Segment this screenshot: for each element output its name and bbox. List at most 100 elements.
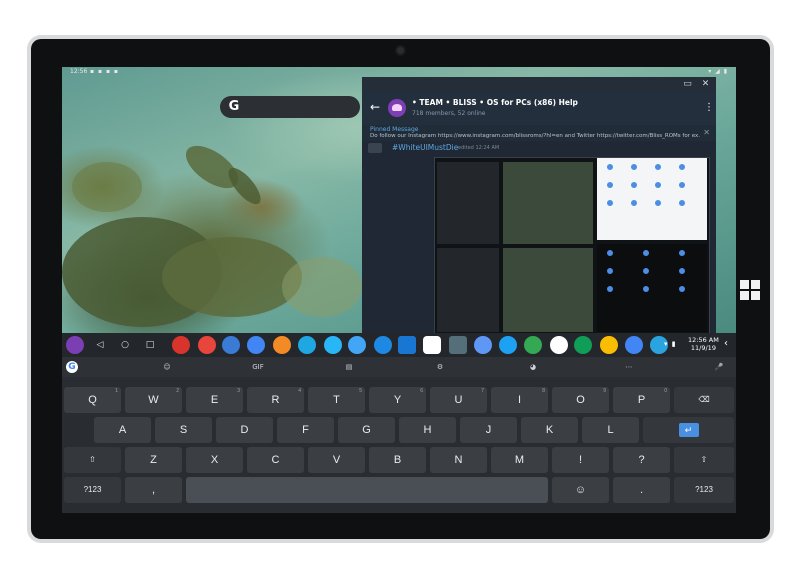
backspace-key[interactable]: ⌫	[674, 387, 734, 413]
taskbar-clock[interactable]: 12:56 AM 11/9/19	[688, 336, 719, 352]
key-p[interactable]: P0	[613, 387, 670, 413]
palette-app-icon[interactable]	[247, 336, 265, 354]
key-j[interactable]: J	[460, 417, 517, 443]
key-y[interactable]: Y6	[369, 387, 426, 413]
microphone-icon[interactable]: 🎤	[708, 360, 730, 374]
windows-logo-icon[interactable]	[740, 280, 760, 300]
clock-time: 12:56 AM	[688, 336, 719, 344]
bliss-settings-icon[interactable]	[298, 336, 316, 354]
play-store-icon[interactable]	[524, 336, 542, 354]
chevron-left-icon[interactable]: ‹	[724, 338, 728, 349]
key-c[interactable]: C	[247, 447, 304, 473]
wifi-battery-icons[interactable]: ▾ ▮	[664, 340, 677, 348]
key-m[interactable]: M	[491, 447, 548, 473]
message-hashtag[interactable]: #WhiteUIMustDie	[392, 143, 458, 152]
gif-button[interactable]: GIF	[247, 360, 269, 374]
key-d[interactable]: D	[216, 417, 273, 443]
bliss-app-icon[interactable]	[374, 336, 392, 354]
clock-date: 11/9/19	[690, 344, 716, 352]
back-nav-icon[interactable]: ◁	[92, 337, 108, 353]
pinned-message-text: Do follow our Instagram https://www.inst…	[370, 133, 700, 139]
system-status-icons: ▾ ◢ ▮	[708, 68, 728, 75]
symbols-key-left[interactable]: ?123	[64, 477, 121, 503]
rotation-app-icon[interactable]	[222, 336, 240, 354]
taskbar: ◁ ○ □ ▾ ▮ 12:56 AM 11/9/19 ‹	[62, 333, 736, 357]
group-avatar[interactable]	[388, 99, 406, 117]
bliss-launcher-icon[interactable]	[66, 336, 84, 354]
message-image[interactable]	[434, 157, 710, 335]
key-b[interactable]: B	[369, 447, 426, 473]
key-period[interactable]: .	[613, 477, 670, 503]
shift-key-right[interactable]: ⇧	[674, 447, 734, 473]
key-comma[interactable]: ,	[125, 477, 182, 503]
gallery-app-icon[interactable]	[348, 336, 366, 354]
files-app-icon[interactable]	[398, 336, 416, 354]
browser-app-icon[interactable]	[324, 336, 342, 354]
key-t[interactable]: T5	[308, 387, 365, 413]
settings-gear-icon[interactable]: ⚙	[429, 360, 451, 374]
emoji-icon: ☺	[574, 484, 587, 496]
hangouts-icon[interactable]	[574, 336, 592, 354]
settings-icon[interactable]	[625, 336, 643, 354]
key-f[interactable]: F	[277, 417, 334, 443]
key-x[interactable]: X	[186, 447, 243, 473]
gboard-keyboard: G ☺ GIF ▤ ⚙ ◕ ⋯ 🎤 Q1 W2 E3 R4 T5 Y6 U7 I…	[62, 357, 736, 513]
key-s[interactable]: S	[155, 417, 212, 443]
window-titlebar[interactable]: ▭ ✕	[362, 77, 716, 92]
twitter-icon[interactable]	[499, 336, 517, 354]
google-g-icon[interactable]: G	[66, 361, 78, 373]
back-arrow-icon[interactable]: ←	[368, 100, 382, 114]
symbols-key-right[interactable]: ?123	[674, 477, 734, 503]
theme-palette-icon[interactable]: ◕	[522, 360, 544, 374]
notification-icons: ▪ ▪ ▪ ▪	[90, 68, 119, 75]
chrome-icon[interactable]	[198, 336, 216, 354]
key-r[interactable]: R4	[247, 387, 304, 413]
status-time: 12:56	[70, 68, 88, 75]
key-h[interactable]: H	[399, 417, 456, 443]
recents-nav-icon[interactable]: □	[142, 337, 158, 353]
key-g[interactable]: G	[338, 417, 395, 443]
home-nav-icon[interactable]: ○	[117, 337, 133, 353]
key-l[interactable]: L	[582, 417, 639, 443]
keep-icon[interactable]	[600, 336, 618, 354]
key-question[interactable]: ?	[613, 447, 670, 473]
screen: 12:56 ▪ ▪ ▪ ▪ ▾ ◢ ▮ G ▭ ✕ ← • TEAM • BLI…	[62, 67, 736, 513]
space-bar[interactable]	[186, 477, 548, 503]
pinned-message[interactable]: Pinned Message Do follow our Instagram h…	[362, 125, 716, 141]
shift-key-left[interactable]: ⇧	[64, 447, 121, 473]
more-menu-icon[interactable]: ⋮	[704, 101, 714, 115]
gmail-icon[interactable]	[550, 336, 568, 354]
status-bar: 12:56 ▪ ▪ ▪ ▪ ▾ ◢ ▮	[62, 67, 736, 77]
slack-icon[interactable]	[423, 336, 441, 354]
terminal-app-icon[interactable]	[449, 336, 467, 354]
key-w[interactable]: W2	[125, 387, 182, 413]
maximize-icon[interactable]: ▭	[681, 78, 694, 91]
key-z[interactable]: Z	[125, 447, 182, 473]
more-options-icon[interactable]: ⋯	[618, 360, 640, 374]
enter-icon: ↵	[678, 423, 699, 437]
key-v[interactable]: V	[308, 447, 365, 473]
key-exclamation[interactable]: !	[552, 447, 609, 473]
google-logo-icon: G	[228, 99, 240, 114]
key-u[interactable]: U7	[430, 387, 487, 413]
key-i[interactable]: I8	[491, 387, 548, 413]
pinned-message-label: Pinned Message	[370, 126, 419, 133]
key-a[interactable]: A	[94, 417, 151, 443]
chat-title[interactable]: • TEAM • BLISS • OS for PCs (x86) Help	[412, 98, 578, 107]
enter-key[interactable]: ↵	[643, 417, 734, 443]
key-q[interactable]: Q1	[64, 387, 121, 413]
message-sender-avatar[interactable]	[368, 143, 382, 153]
key-k[interactable]: K	[521, 417, 578, 443]
game-app-icon[interactable]	[273, 336, 291, 354]
key-o[interactable]: O9	[552, 387, 609, 413]
pinned-close-icon[interactable]: ✕	[703, 128, 710, 137]
close-icon[interactable]: ✕	[699, 78, 712, 91]
emoji-key[interactable]: ☺	[552, 477, 609, 503]
clipboard-icon[interactable]: ▤	[338, 360, 360, 374]
security-app-icon[interactable]	[474, 336, 492, 354]
sticker-icon[interactable]: ☺	[156, 360, 178, 374]
key-n[interactable]: N	[430, 447, 487, 473]
key-e[interactable]: E3	[186, 387, 243, 413]
equalizer-app-icon[interactable]	[172, 336, 190, 354]
google-search-bar[interactable]: G	[220, 96, 360, 118]
